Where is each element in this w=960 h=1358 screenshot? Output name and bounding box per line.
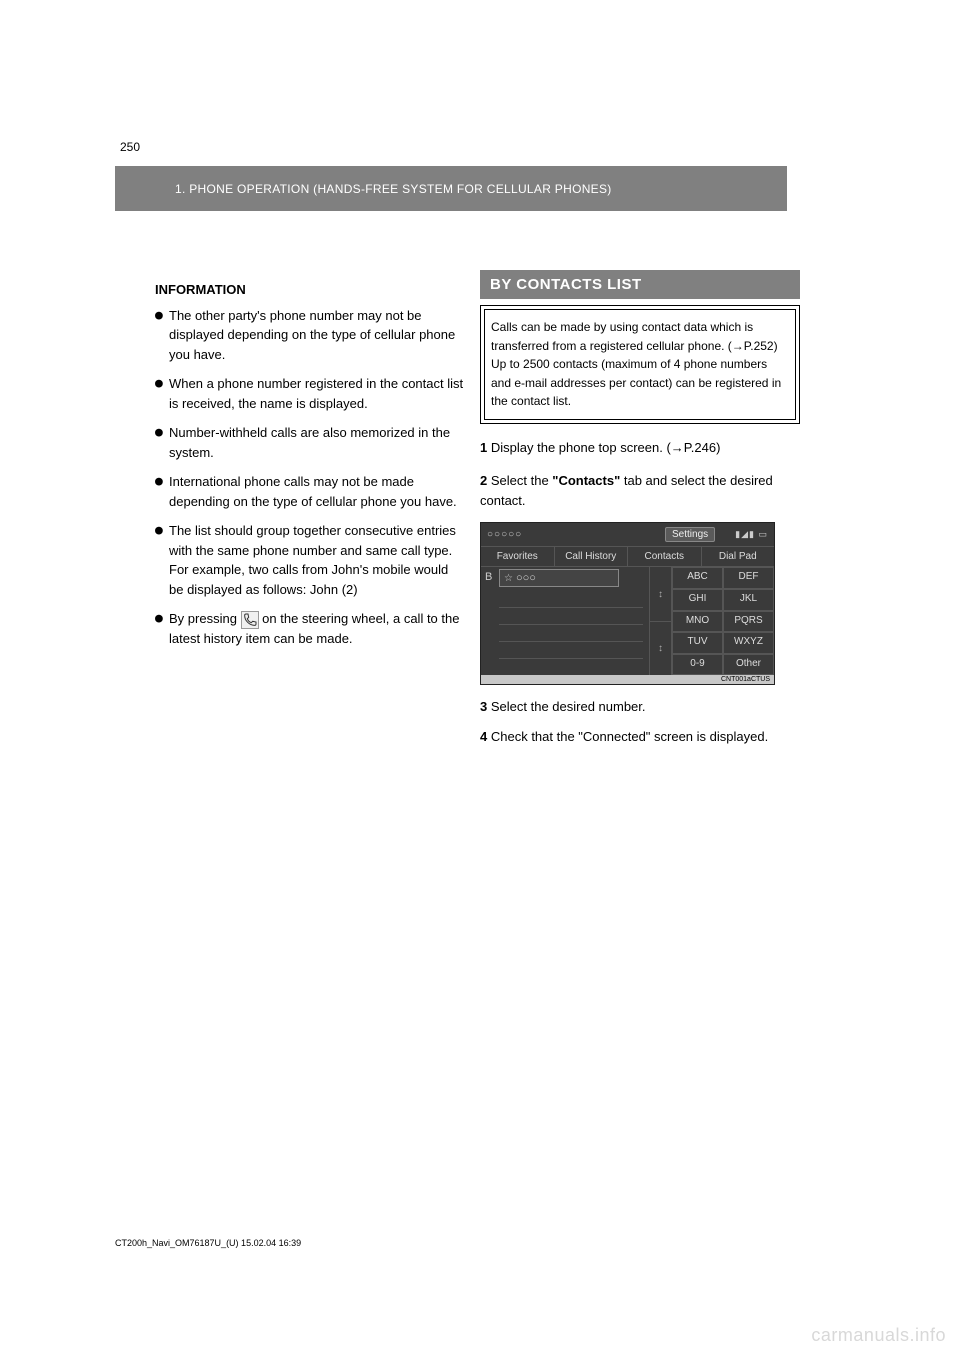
step-number: 2 — [480, 473, 487, 488]
breadcrumb-text: 1. PHONE OPERATION (HANDS-FREE SYSTEM FO… — [175, 182, 612, 196]
bullet-icon: ● — [155, 521, 169, 599]
phone-tabs: Favorites Call History Contacts Dial Pad — [481, 547, 774, 567]
grid-pqrs[interactable]: PQRS — [723, 611, 774, 633]
info-bullet: ● International phone calls may not be m… — [155, 472, 465, 511]
grid-0-9[interactable]: 0-9 — [672, 654, 723, 676]
grid-wxyz[interactable]: WXYZ — [723, 632, 774, 654]
phone-body: B ☆ ○○○ ↕ ↕ ABC DEF GHI JKL MNO PQRS — [481, 567, 774, 675]
watermark: carmanuals.info — [811, 1325, 946, 1346]
footer-print-line: CT200h_Navi_OM76187U_(U) 15.02.04 16:39 — [115, 1238, 301, 1248]
phone-title: ○○○○○ — [487, 529, 665, 540]
step-number: 1 — [480, 440, 487, 455]
step-1: 1 Display the phone top screen. (→P.246) — [480, 438, 800, 458]
section-breadcrumb: 1. PHONE OPERATION (HANDS-FREE SYSTEM FO… — [115, 166, 787, 211]
grid-mno[interactable]: MNO — [672, 611, 723, 633]
grid-ghi[interactable]: GHI — [672, 589, 723, 611]
tab-contacts[interactable]: Contacts — [628, 547, 702, 566]
info-bullet-text: By pressing on the steering wheel, a cal… — [169, 609, 465, 648]
tab-call-history[interactable]: Call History — [555, 547, 629, 566]
step-text: Display the phone top screen. (→P.246) — [491, 440, 721, 455]
section-heading-contacts: BY CONTACTS LIST — [480, 270, 800, 299]
step-text: Check that the "Connected" screen is dis… — [491, 729, 768, 744]
status-icons: ▮◢▮ ▭ — [735, 529, 768, 540]
grid-other[interactable]: Other — [723, 654, 774, 676]
grid-tuv[interactable]: TUV — [672, 632, 723, 654]
icon-bullet-pre: By pressing — [169, 611, 241, 626]
bullet-icon: ● — [155, 472, 169, 511]
info-bullet-text: The list should group together consecuti… — [169, 521, 465, 599]
info-bullet-text: International phone calls may not be mad… — [169, 472, 465, 511]
grid-jkl[interactable]: JKL — [723, 589, 774, 611]
tab-dial-pad[interactable]: Dial Pad — [702, 547, 775, 566]
info-bullet: ● Number-withheld calls are also memoriz… — [155, 423, 465, 462]
step-number: 4 — [480, 729, 487, 744]
bullet-icon: ● — [155, 609, 169, 648]
phone-icon — [241, 611, 259, 629]
step-text: Select the desired number. — [491, 699, 646, 714]
description-box: Calls can be made by using contact data … — [480, 305, 800, 424]
empty-rows — [499, 591, 643, 659]
description-text: Calls can be made by using contact data … — [491, 320, 781, 408]
contact-name: ○○○ — [516, 572, 536, 584]
page-number: 250 — [120, 140, 140, 154]
step-number: 3 — [480, 699, 487, 714]
left-column: INFORMATION ● The other party's phone nu… — [155, 280, 465, 668]
scroll-up[interactable]: ↕ — [650, 567, 671, 622]
info-bullet-text: Number-withheld calls are also memorized… — [169, 423, 465, 462]
scroll-down[interactable]: ↕ — [650, 622, 671, 676]
grid-abc[interactable]: ABC — [672, 567, 723, 589]
contact-item[interactable]: ☆ ○○○ — [499, 569, 619, 587]
grid-def[interactable]: DEF — [723, 567, 774, 589]
right-column: BY CONTACTS LIST Calls can be made by us… — [480, 270, 800, 746]
tab-favorites[interactable]: Favorites — [481, 547, 555, 566]
info-bullet: ● When a phone number registered in the … — [155, 374, 465, 413]
image-code: CNT001aCTUS — [481, 675, 774, 684]
alpha-grid: ABC DEF GHI JKL MNO PQRS TUV WXYZ 0-9 Ot… — [672, 567, 774, 675]
step-3: 3 Select the desired number. — [480, 697, 800, 717]
bullet-icon: ● — [155, 306, 169, 365]
settings-button[interactable]: Settings — [665, 527, 715, 542]
step-2: 2 Select the "Contacts" tab and select t… — [480, 471, 800, 510]
info-bullet-text: The other party's phone number may not b… — [169, 306, 465, 365]
info-bullet: ● The other party's phone number may not… — [155, 306, 465, 365]
info-bullet-text: When a phone number registered in the co… — [169, 374, 465, 413]
alpha-section-label: B — [485, 571, 492, 583]
step-4: 4 Check that the "Connected" screen is d… — [480, 727, 800, 747]
star-icon: ☆ — [504, 573, 513, 584]
step-tab-name: "Contacts" — [552, 473, 620, 488]
bullet-icon: ● — [155, 423, 169, 462]
bullet-icon: ● — [155, 374, 169, 413]
scroll-arrows: ↕ ↕ — [650, 567, 672, 675]
info-bullet: ● The list should group together consecu… — [155, 521, 465, 599]
info-bullet: ● By pressing on the steering wheel, a c… — [155, 609, 465, 648]
information-heading: INFORMATION — [155, 280, 465, 300]
phone-screenshot: ○○○○○ Settings ▮◢▮ ▭ Favorites Call Hist… — [480, 522, 775, 685]
step-text-pre: Select the — [491, 473, 552, 488]
contact-list: B ☆ ○○○ — [481, 567, 650, 675]
phone-titlebar: ○○○○○ Settings ▮◢▮ ▭ — [481, 523, 774, 547]
